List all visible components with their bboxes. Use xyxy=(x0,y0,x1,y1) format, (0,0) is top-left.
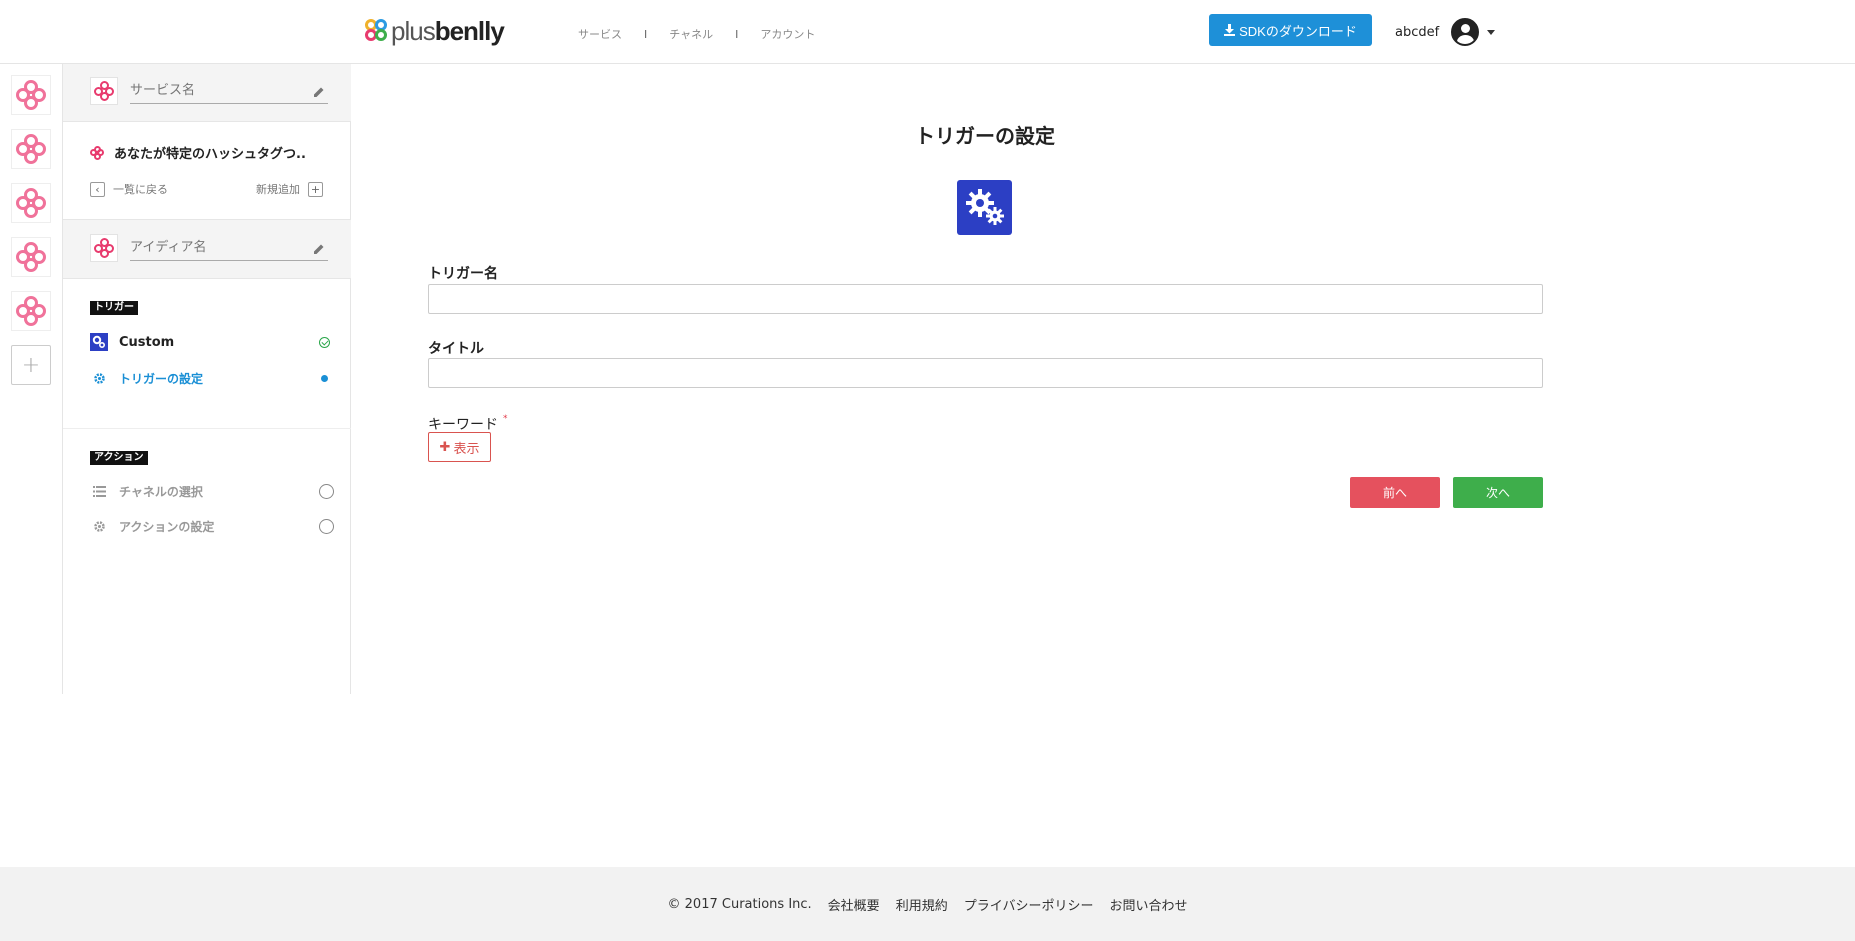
prev-button[interactable]: 前へ xyxy=(1350,477,1440,508)
pencil-icon[interactable] xyxy=(313,243,325,255)
footer-link-company[interactable]: 会社概要 xyxy=(828,895,880,914)
pencil-icon[interactable] xyxy=(313,86,325,98)
show-keyword-button[interactable]: ✚ 表示 xyxy=(428,432,491,462)
nav-channels[interactable]: チャネル xyxy=(669,26,713,42)
service-name-block xyxy=(63,64,351,122)
sdk-download-button[interactable]: SDKのダウンロード xyxy=(1209,14,1372,46)
rail-service-item[interactable] xyxy=(11,291,51,331)
step-channel-select[interactable]: チャネルの選択 xyxy=(90,482,334,500)
service-icon-box xyxy=(90,77,118,105)
page-title: トリガーの設定 xyxy=(915,124,1055,148)
idea-icon-box xyxy=(90,234,118,262)
title-label: タイトル xyxy=(428,341,484,357)
service-knot-icon xyxy=(94,81,114,101)
add-new-label: 新規追加 xyxy=(256,183,300,196)
gear-icon xyxy=(93,520,105,532)
trigger-gears-icon xyxy=(957,180,1012,235)
trigger-name-label: トリガー名 xyxy=(428,266,498,282)
footer-link-privacy[interactable]: プライバシーポリシー xyxy=(964,895,1094,914)
footer: © 2017 Curations Inc. 会社概要 利用規約 プライバシーポリ… xyxy=(0,867,1855,941)
caret-down-icon xyxy=(1487,29,1496,35)
service-title-text: あなたが特定のハッシュタグつ.. xyxy=(114,147,306,162)
keyword-label-text: キーワード xyxy=(428,417,498,433)
top-header: plus benlly サービス I チャネル I アカウント SDKのダウンロー… xyxy=(0,0,1855,64)
main-nav: サービス I チャネル I アカウント xyxy=(578,26,815,42)
idea-name-input[interactable] xyxy=(130,235,328,261)
logo-text-benlly: benlly xyxy=(434,15,505,46)
service-knot-icon xyxy=(16,296,46,326)
rail-service-item[interactable] xyxy=(11,129,51,169)
service-knot-icon xyxy=(16,188,46,218)
footer-link-contact[interactable]: お問い合わせ xyxy=(1109,895,1187,914)
action-section-tag: アクション xyxy=(90,451,148,465)
step-channel-select-label: チャネルの選択 xyxy=(119,484,203,499)
nav-account[interactable]: アカウント xyxy=(760,26,815,42)
sidebar: あなたが特定のハッシュタグつ.. ‹ 一覧に戻る 新規追加 + トリガー Cus… xyxy=(63,64,351,694)
back-to-list-label: 一覧に戻る xyxy=(113,183,168,196)
service-knot-icon xyxy=(94,238,114,258)
download-icon xyxy=(1224,24,1236,36)
empty-circle-icon xyxy=(319,518,334,534)
logo-text-plus: plus xyxy=(391,15,436,46)
service-knot-icon xyxy=(16,242,46,272)
chevron-left-icon: ‹ xyxy=(90,181,105,197)
step-action-settings-label: アクションの設定 xyxy=(119,519,215,534)
gear-icon xyxy=(93,372,105,384)
list-icon xyxy=(92,485,106,497)
rail-service-item[interactable] xyxy=(11,237,51,277)
step-custom-label: Custom xyxy=(119,334,175,350)
service-knot-icon xyxy=(16,134,46,164)
sdk-download-label: SDKのダウンロード xyxy=(1239,23,1357,39)
trigger-section-tag: トリガー xyxy=(90,301,138,315)
empty-circle-icon xyxy=(319,483,334,499)
service-name-input[interactable] xyxy=(130,78,328,104)
add-service-button[interactable]: + xyxy=(11,345,51,385)
step-custom[interactable]: Custom xyxy=(90,333,330,351)
step-action-settings[interactable]: アクションの設定 xyxy=(90,517,334,535)
service-knot-icon xyxy=(90,145,104,160)
section-divider xyxy=(63,428,351,429)
plus-icon: + xyxy=(308,181,323,197)
active-dot-icon xyxy=(321,374,328,382)
nav-separator: I xyxy=(735,27,739,41)
next-button[interactable]: 次へ xyxy=(1453,477,1543,508)
gears-icon xyxy=(965,188,1004,225)
service-title: あなたが特定のハッシュタグつ.. xyxy=(90,143,306,162)
title-input[interactable] xyxy=(428,358,1543,388)
copyright: © 2017 Curations Inc. xyxy=(667,896,812,912)
service-knot-icon xyxy=(16,80,46,110)
username: abcdef xyxy=(1395,24,1440,40)
nav-separator: I xyxy=(644,27,648,41)
back-to-list-link[interactable]: ‹ 一覧に戻る xyxy=(90,181,168,197)
idea-name-block xyxy=(63,219,351,279)
plusbenlly-logo-icon xyxy=(365,19,389,43)
required-mark: * xyxy=(503,414,508,424)
check-circle-icon xyxy=(319,336,330,348)
add-new-link[interactable]: 新規追加 + xyxy=(256,181,323,197)
rail-service-item[interactable] xyxy=(11,183,51,223)
gears-icon xyxy=(92,335,106,349)
show-keyword-label: 表示 xyxy=(453,441,480,457)
custom-trigger-icon xyxy=(90,333,108,351)
trigger-name-input[interactable] xyxy=(428,284,1543,314)
avatar xyxy=(1451,18,1480,46)
step-trigger-settings-label: トリガーの設定 xyxy=(119,371,204,386)
rail-service-item[interactable] xyxy=(11,75,51,115)
footer-link-terms[interactable]: 利用規約 xyxy=(896,895,948,914)
nav-services[interactable]: サービス xyxy=(578,26,622,42)
plus-icon: ✚ xyxy=(439,439,451,455)
service-rail: + xyxy=(0,64,63,694)
user-menu[interactable]: abcdef xyxy=(1395,18,1496,46)
step-trigger-settings[interactable]: トリガーの設定 xyxy=(90,369,330,387)
keyword-label: キーワード * xyxy=(428,414,508,434)
plusbenlly-logo[interactable]: plus benlly xyxy=(365,15,505,46)
